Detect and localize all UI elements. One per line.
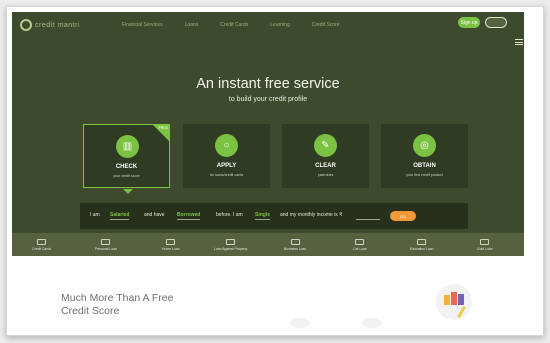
profile-text: and have — [144, 212, 165, 218]
hamburger-menu-icon[interactable] — [515, 39, 523, 45]
logo-text: credit mantri — [35, 21, 81, 29]
card-title: CHECK — [115, 164, 138, 170]
category-label: Personal Loan — [95, 246, 117, 251]
card-subtitle: for loans/credit cards — [209, 173, 244, 177]
nav-link[interactable]: Credit Score — [312, 22, 340, 28]
car-icon — [355, 238, 365, 245]
free-badge: FREE — [158, 126, 168, 130]
briefcase-icon — [290, 238, 300, 245]
apply-icon: ○ — [215, 134, 238, 157]
profile-text: and my monthly income is ₹ — [280, 212, 343, 218]
card-title: APPLY — [216, 163, 237, 169]
go-button[interactable]: GO — [390, 211, 416, 221]
category-label: Home Loan — [162, 246, 180, 251]
nav-link[interactable]: Loans — [185, 22, 199, 28]
category-personal-loan[interactable]: Personal Loan — [95, 233, 117, 256]
category-label: Business Loan — [284, 246, 307, 251]
profile-text: before. I am — [216, 212, 243, 218]
report-bar — [458, 294, 464, 305]
category-business-loan[interactable]: Business Loan — [284, 233, 306, 256]
employment-select[interactable]: Salaried — [110, 212, 130, 220]
property-icon — [226, 238, 236, 245]
login-toggle[interactable] — [485, 17, 507, 28]
service-card-clear[interactable]: ✎ CLEAR past dues — [282, 124, 369, 188]
card-subtitle: your credit score — [113, 174, 140, 178]
report-bar — [444, 295, 450, 305]
chart-icon: ▥ — [116, 135, 139, 158]
clear-icon: ✎ — [314, 134, 337, 157]
service-card-obtain[interactable]: ◎ OBTAIN your first credit product — [381, 124, 468, 188]
loan-category-bar: Credit Cards Personal Loan Home Loan Loa… — [12, 233, 524, 256]
category-label: Loan Against Property — [214, 246, 248, 251]
service-card-apply[interactable]: ○ APPLY for loans/credit cards — [183, 124, 270, 188]
nav-link[interactable]: Credit Cards — [220, 22, 248, 28]
service-card-check[interactable]: ▥ CHECK your credit score FREE — [83, 124, 170, 194]
feature-circle — [362, 318, 382, 328]
home-icon — [166, 238, 176, 245]
category-education-loan[interactable]: Education Loan — [410, 233, 434, 256]
monthly-income-input[interactable] — [356, 212, 380, 220]
category-label: Education Loan — [410, 246, 434, 251]
book-icon — [417, 238, 427, 245]
category-credit-cards[interactable]: Credit Cards — [32, 233, 51, 256]
card-subtitle: past dues — [317, 173, 334, 177]
category-car-loan[interactable]: Car Loan — [353, 233, 367, 256]
history-select[interactable]: Borrowed — [177, 212, 201, 220]
logo[interactable]: credit mantri — [20, 19, 80, 31]
report-bar — [451, 292, 457, 305]
nav-links: Financial Services Loans Credit Cards Le… — [122, 22, 340, 28]
category-label: Credit Cards — [32, 246, 52, 251]
card-title: CLEAR — [315, 163, 336, 169]
card-subtitle: your first credit product — [406, 173, 443, 177]
hero-headline: An instant free service — [196, 76, 340, 92]
top-navbar: credit mantri Financial Services Loans C… — [12, 12, 524, 38]
person-icon — [101, 238, 111, 245]
gold-icon — [480, 238, 490, 245]
hero-section: credit mantri Financial Services Loans C… — [12, 12, 524, 256]
nav-link[interactable]: Learning — [270, 22, 289, 28]
profile-sentence-bar: I am Salaried and have Borrowed before. … — [80, 203, 468, 229]
category-label: Gold Loan — [477, 246, 493, 251]
card-pointer — [123, 189, 133, 194]
section-title: Much More Than A Free Credit Score — [61, 292, 173, 318]
logo-icon — [20, 19, 32, 31]
hero-subheadline: to build your credit profile — [228, 96, 308, 103]
profile-text: I am — [90, 212, 100, 218]
category-home-loan[interactable]: Home Loan — [162, 233, 180, 256]
feature-circle — [290, 318, 310, 328]
credit-card-icon — [37, 238, 47, 245]
category-loan-against-property[interactable]: Loan Against Property — [214, 233, 247, 256]
section-title-line2: Credit Score — [61, 305, 120, 317]
nav-link[interactable]: Financial Services — [122, 22, 163, 28]
status-select[interactable]: Single — [255, 212, 271, 220]
category-label: Car Loan — [353, 246, 367, 251]
obtain-icon: ◎ — [413, 134, 436, 157]
section-title-line1: Much More Than A Free — [61, 292, 174, 304]
signup-button[interactable]: Sign up — [458, 17, 480, 28]
category-gold-loan[interactable]: Gold Loan — [477, 233, 493, 256]
card-title: OBTAIN — [413, 163, 436, 169]
